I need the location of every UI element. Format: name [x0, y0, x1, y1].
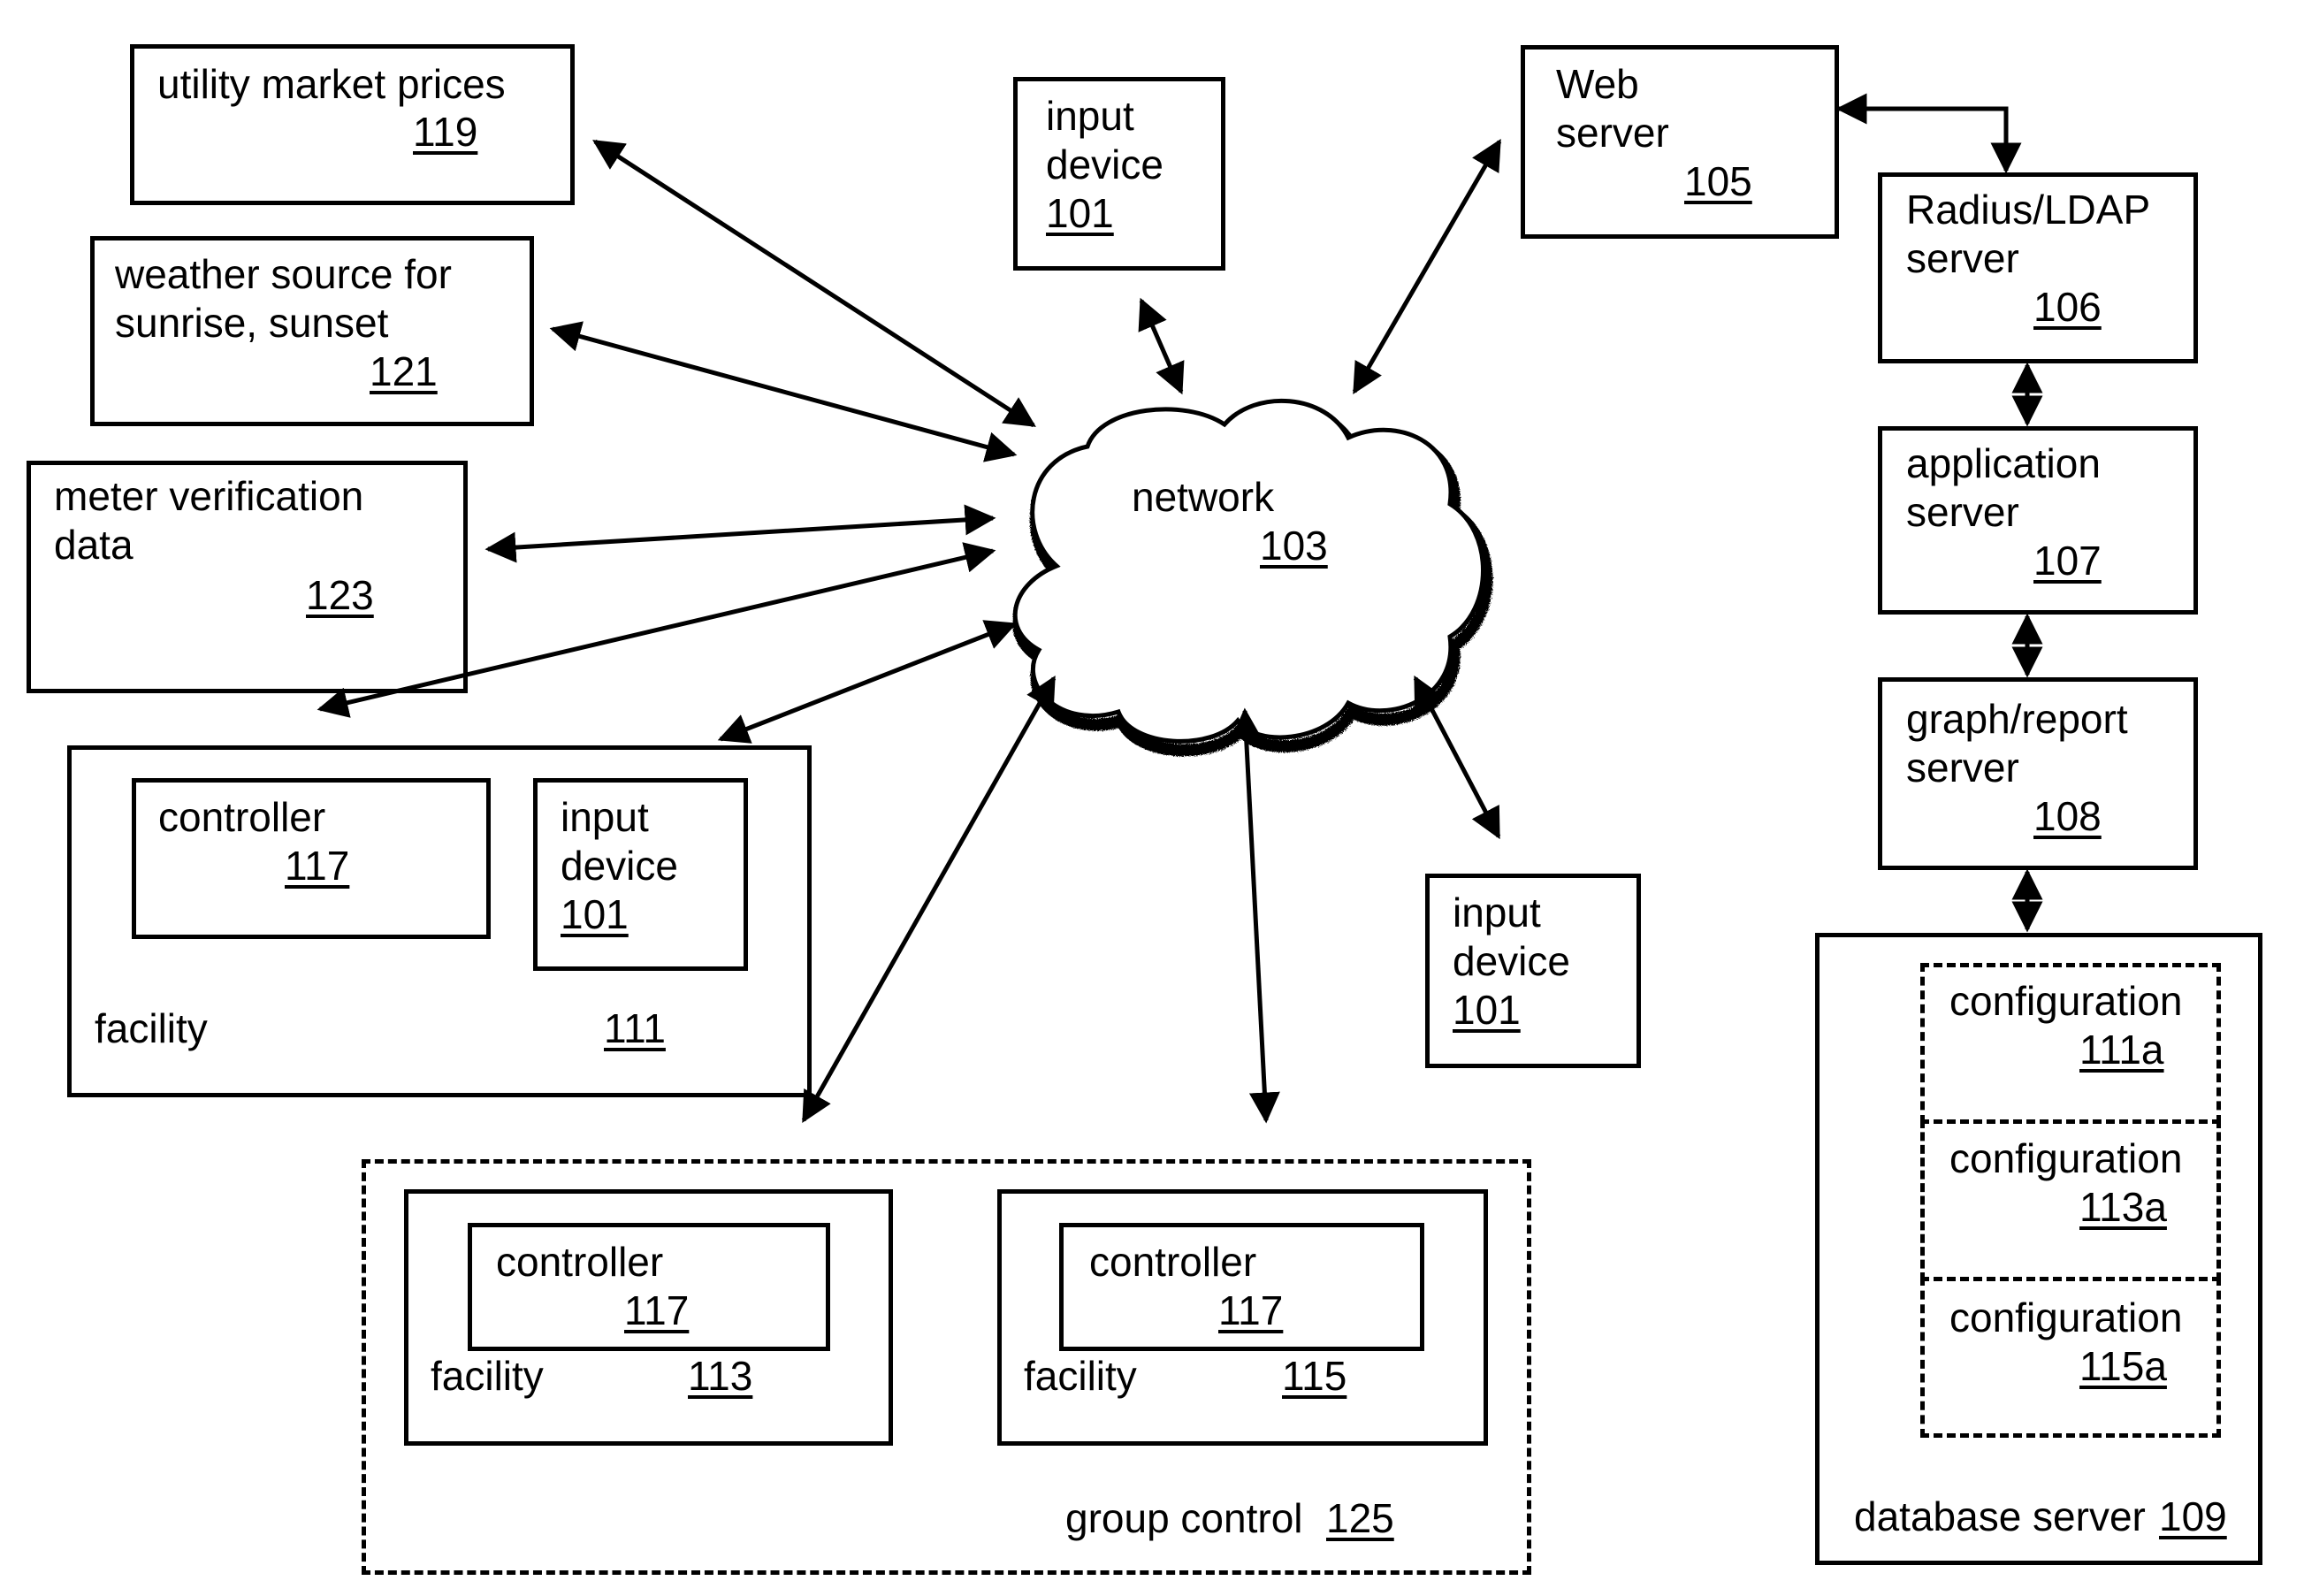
weather-label: weather source for sunrise, sunset: [115, 251, 452, 346]
facility-input-device-ref: 101: [561, 891, 629, 937]
facility-115-label: facility: [1024, 1353, 1137, 1399]
network-label: network: [1132, 474, 1275, 520]
web-server-ref: 105: [1684, 158, 1752, 204]
system-diagram: utility market prices 119 weather source…: [0, 0, 2304, 1596]
input-device-lower-ref: 101: [1453, 987, 1521, 1033]
arrow-network-weather: [549, 321, 1018, 462]
arrow-network-input-lower: [1413, 675, 1501, 840]
utility-prices-ref: 119: [413, 109, 478, 155]
arrow-network-utility-prices: [592, 139, 1036, 428]
input-device-top-ref: 101: [1046, 190, 1114, 236]
facility-input-device-label: input device: [561, 794, 678, 889]
database-server-ref: 109: [2159, 1493, 2227, 1539]
meter-label: meter verification data: [54, 473, 364, 568]
network-cloud-icon: [1012, 398, 1493, 757]
application-server-label: application server: [1906, 440, 2101, 535]
controller-113-label: controller: [496, 1239, 664, 1285]
facility-113-ref: 113: [688, 1353, 753, 1399]
arrow-web-radius: [1835, 93, 2022, 174]
utility-prices-label: utility market prices: [157, 61, 506, 107]
arrow-network-web-server: [1352, 138, 1502, 395]
config-113a-label: configuration: [1949, 1135, 2183, 1181]
graph-report-server-label: graph/report server: [1906, 696, 2128, 790]
arrow-network-meter: [484, 504, 996, 563]
meter-ref: 123: [306, 572, 374, 618]
controller-115-ref: 117: [1218, 1287, 1284, 1333]
arrow-network-input-top: [1138, 297, 1185, 395]
group-control-label: group control: [1065, 1495, 1303, 1541]
web-server-label: Web server: [1556, 61, 1669, 156]
input-device-lower-label: input device: [1453, 890, 1570, 984]
config-111a-label: configuration: [1949, 978, 2183, 1024]
controller-115-label: controller: [1089, 1239, 1257, 1285]
arrow-network-facility-115: [1231, 707, 1280, 1124]
input-device-top-label: input device: [1046, 93, 1163, 187]
facility-115-ref: 115: [1282, 1353, 1347, 1399]
weather-ref: 121: [370, 348, 438, 394]
radius-server-label: Radius/LDAP server: [1906, 187, 2151, 281]
arrow-network-group-control: [801, 675, 1057, 1124]
facility-111-ref: 111: [604, 1005, 666, 1051]
radius-server-ref: 106: [2033, 284, 2102, 330]
controller-111-ref: 117: [285, 843, 350, 889]
config-113a-ref: 113a: [2079, 1184, 2167, 1230]
facility-111-label: facility: [95, 1005, 208, 1051]
config-111a-ref: 111a: [2079, 1027, 2164, 1073]
controller-111-label: controller: [158, 794, 326, 840]
application-server-ref: 107: [2033, 538, 2102, 584]
group-control-ref: 125: [1326, 1495, 1394, 1541]
facility-113-label: facility: [431, 1353, 544, 1399]
network-ref: 103: [1260, 523, 1328, 569]
config-115a-label: configuration: [1949, 1294, 2183, 1340]
controller-113-ref: 117: [624, 1287, 690, 1333]
graph-report-server-ref: 108: [2033, 793, 2102, 839]
arrow-network-facility-input: [717, 620, 1018, 744]
database-server-label: database server: [1854, 1493, 2146, 1539]
config-115a-ref: 115a: [2079, 1343, 2167, 1389]
